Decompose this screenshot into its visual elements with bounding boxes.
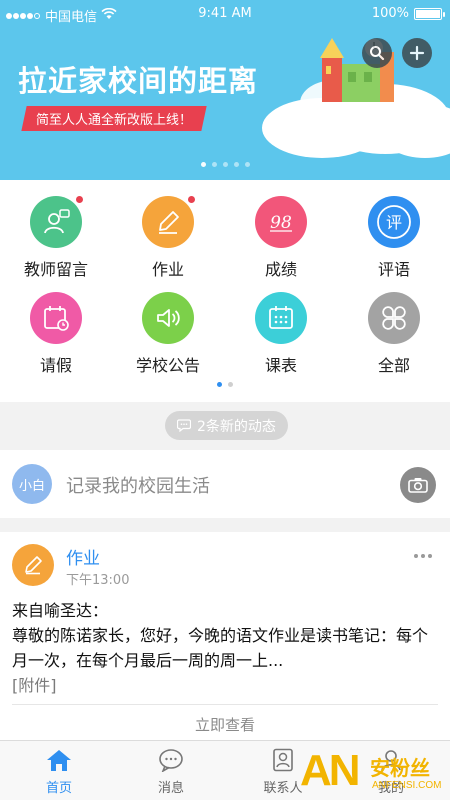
- watermark-url: ANFENSI.COM: [372, 780, 442, 791]
- grid-item-label: 全部: [377, 356, 410, 375]
- post-attachment[interactable]: [附件]: [12, 672, 57, 696]
- camera-icon: [408, 478, 428, 493]
- banner-dot[interactable]: [233, 162, 239, 167]
- banner-dot-active[interactable]: [200, 162, 206, 167]
- score-98-icon: 98: [255, 196, 307, 248]
- grid-item-homework-pencil[interactable]: 作业: [112, 195, 224, 280]
- tab-messages[interactable]: 消息: [126, 747, 216, 796]
- message-bubble-icon: [158, 747, 184, 773]
- homework-pencil-icon: [25, 556, 42, 575]
- grid-item-teacher-message[interactable]: 教师留言: [0, 195, 112, 280]
- watermark-name: 安粉丝: [370, 756, 430, 780]
- new-activity-label: 2条新的动态: [197, 418, 276, 435]
- banner-title: 拉近家校间的距离: [18, 64, 259, 98]
- post-content: 尊敬的陈诺家长，您好，今晚的语文作业是读书笔记：每个月一次，在每个月最后一周的周…: [12, 626, 429, 670]
- grid-item-label: 学校公告: [135, 356, 200, 375]
- camera-button[interactable]: [400, 467, 436, 503]
- post-from: 来自喻圣达：: [12, 601, 109, 620]
- svg-text:98: 98: [270, 213, 292, 233]
- grid-item-speaker[interactable]: 学校公告: [112, 292, 224, 376]
- teacher-message-icon: [30, 195, 84, 248]
- chat-bubble-icon: [177, 419, 191, 432]
- banner-dot[interactable]: [244, 162, 250, 167]
- view-now-button[interactable]: 立即查看: [0, 714, 450, 735]
- watermark-logo: AN 安粉丝 ANFENSI.COM: [300, 746, 450, 800]
- notification-badge: [187, 195, 196, 204]
- grid-item-leave-calendar[interactable]: 请假: [0, 292, 112, 376]
- grid-item-schedule-calendar[interactable]: 课表: [225, 292, 337, 376]
- home-icon: [46, 747, 72, 773]
- grid-item-label: 评语: [377, 260, 410, 279]
- grid-pagination: [0, 382, 450, 387]
- post-title[interactable]: 作业: [66, 544, 100, 569]
- watermark-brand: AN: [300, 746, 361, 795]
- post-card[interactable]: 作业 下午13:00 来自喻圣达： 尊敬的陈诺家长，您好，今晚的语文作业是读书笔…: [0, 532, 450, 740]
- record-input[interactable]: 记录我的校园生活: [66, 472, 210, 498]
- battery-label: 100%: [371, 6, 409, 21]
- grid-item-label: 请假: [39, 356, 72, 375]
- banner[interactable]: 中国电信 9:41 AM 100% 拉近家校间的距离 简至人人通全新改版上线！: [0, 0, 450, 180]
- banner-dot[interactable]: [222, 162, 228, 167]
- contacts-icon: [270, 747, 296, 773]
- comment-ping-icon: 评: [368, 196, 420, 248]
- new-activity-pill[interactable]: 2条新的动态: [165, 411, 288, 440]
- tab-home-label: 首页: [45, 781, 72, 796]
- tab-home[interactable]: 首页: [14, 747, 104, 796]
- page-dot-active: [217, 382, 222, 387]
- schedule-calendar-icon: [255, 292, 307, 344]
- tab-messages-label: 消息: [157, 781, 184, 796]
- avatar[interactable]: 小白: [12, 464, 52, 504]
- post-body: 来自喻圣达： 尊敬的陈诺家长，您好，今晚的语文作业是读书笔记：每个月一次，在每个…: [12, 598, 440, 673]
- all-clover-icon: [368, 292, 420, 344]
- banner-dot[interactable]: [211, 162, 217, 167]
- homework-pencil-icon: [142, 195, 196, 248]
- speaker-icon: [142, 292, 194, 344]
- divider: [12, 704, 438, 705]
- page-dot: [228, 382, 233, 387]
- battery-icon: [414, 7, 445, 20]
- more-options-icon[interactable]: [414, 554, 432, 558]
- grid-item-label: 成绩: [264, 260, 297, 279]
- plus-icon: [409, 45, 425, 61]
- grid-item-label: 教师留言: [23, 260, 88, 279]
- grid-item-comment-ping[interactable]: 评评语: [338, 196, 450, 280]
- search-icon: [370, 46, 385, 61]
- grid-item-all-clover[interactable]: 全部: [338, 292, 450, 376]
- status-bar: 中国电信 9:41 AM 100%: [0, 0, 450, 28]
- add-button[interactable]: [402, 38, 432, 68]
- search-button[interactable]: [362, 38, 392, 68]
- banner-ribbon: 简至人人通全新改版上线！: [21, 106, 207, 131]
- post-time: 下午13:00: [66, 573, 130, 588]
- status-right: 100%: [371, 6, 445, 21]
- svg-text:评: 评: [386, 213, 402, 232]
- leave-calendar-icon: [30, 292, 82, 344]
- grid-item-score-98[interactable]: 98 成绩: [225, 196, 337, 280]
- function-grid: 教师留言 作业 98 成绩 评评语请假 学校公告 课表 全部: [0, 180, 450, 402]
- post-avatar: [12, 544, 54, 586]
- grid-item-label: 课表: [264, 356, 297, 375]
- banner-pagination: [0, 162, 450, 167]
- grid-item-label: 作业: [151, 260, 184, 279]
- tab-contacts-label: 联系人: [263, 781, 303, 796]
- record-bar[interactable]: 小白 记录我的校园生活: [0, 450, 450, 518]
- notification-badge: [75, 195, 84, 204]
